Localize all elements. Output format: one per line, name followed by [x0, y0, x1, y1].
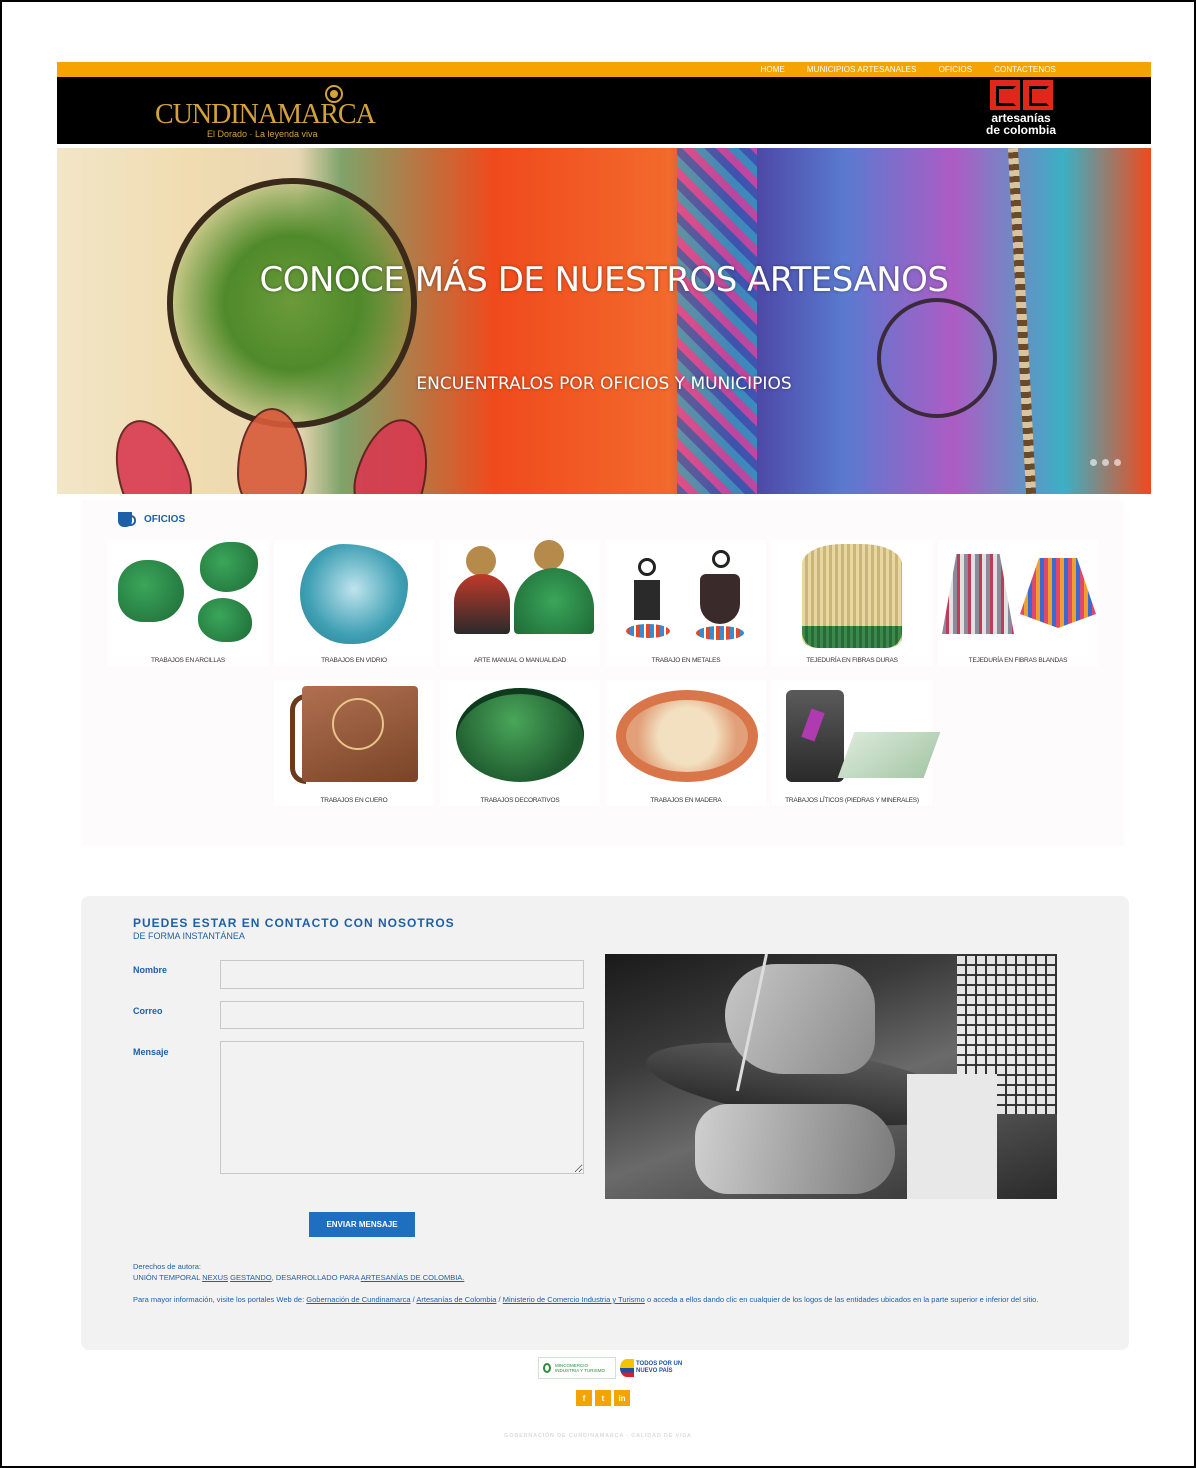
- info-block: Para mayor información, visite los porta…: [133, 1294, 1083, 1306]
- oficio-caption: TRABAJOS EN CUERO: [320, 797, 388, 804]
- hero-banner: CONOCE MÁS DE NUESTROS ARTESANOS ENCUENT…: [57, 148, 1151, 494]
- nav-municipios[interactable]: MUNICIPIOS ARTESANALES: [807, 65, 917, 74]
- oficio-card-fibras-blandas[interactable]: TEJEDURÍA EN FIBRAS BLANDAS: [938, 540, 1098, 666]
- info-sep: /: [498, 1295, 501, 1304]
- madera-image: [610, 680, 762, 790]
- linkedin-icon[interactable]: in: [614, 1390, 630, 1406]
- copyright-block: Derechos de autora: UNIÓN TEMPORAL NEXUS…: [133, 1261, 464, 1283]
- hero-subtitle: ENCUENTRALOS POR OFICIOS Y MUNICIPIOS: [416, 374, 792, 394]
- woven-cord: [1007, 148, 1037, 494]
- facebook-icon[interactable]: f: [576, 1390, 592, 1406]
- email-field[interactable]: [220, 1001, 584, 1029]
- nav-contactenos[interactable]: CONTACTENOS: [994, 65, 1056, 74]
- mug-icon: [118, 510, 136, 528]
- oficio-caption: TRABAJOS EN VIDRIO: [321, 657, 387, 664]
- oficio-caption: TRABAJOS EN MADERA: [650, 797, 722, 804]
- oficio-caption: TEJEDURÍA EN FIBRAS DURAS: [806, 657, 898, 664]
- gestando-link[interactable]: GESTANDO: [230, 1273, 272, 1282]
- contact-section: PUEDES ESTAR EN CONTACTO CON NOSOTROS DE…: [81, 896, 1129, 1350]
- arcilla-image: [112, 540, 264, 650]
- info-sep: /: [412, 1295, 415, 1304]
- feather-art: [100, 409, 204, 494]
- oficio-card-liticos[interactable]: TRABAJOS LÍTICOS (PIEDRAS Y MINERALES): [772, 680, 941, 806]
- name-field[interactable]: [220, 960, 584, 989]
- seal-icon: [543, 1363, 551, 1373]
- oficio-caption: TRABAJOS DECORATIVOS: [480, 797, 560, 804]
- brand-bar: CUNDINAMARCA El Dorado · La leyenda viva…: [57, 77, 1151, 146]
- oficios-title: OFICIOS: [144, 513, 186, 525]
- todos-text: TODOS POR UN NUEVO PAÍS: [636, 1361, 682, 1375]
- artesanias-link[interactable]: ARTESANÍAS DE COLOMBIA.: [361, 1273, 465, 1282]
- fibras-blandas-image: [942, 540, 1096, 650]
- copyright-middle: , DESARROLLADO PARA: [271, 1273, 360, 1282]
- oficio-caption: TRABAJOS EN ARCILLAS: [150, 657, 226, 664]
- copyright-prefix: UNIÓN TEMPORAL: [133, 1273, 201, 1282]
- oficio-caption: TRABAJO EN METALES: [651, 657, 721, 664]
- oficios-heading: OFICIOS: [118, 510, 185, 528]
- oficio-card-metales[interactable]: TRABAJO EN METALES: [606, 540, 766, 666]
- contact-subtitle: DE FORMA INSTANTÁNEA: [133, 931, 245, 941]
- todos-por-un-nuevo-pais-logo[interactable]: TODOS POR UN NUEVO PAÍS: [620, 1359, 682, 1377]
- manualidad-image: [444, 540, 596, 650]
- oficio-caption: TEJEDURÍA EN FIBRAS BLANDAS: [968, 657, 1068, 664]
- mincomercio-text: MINCOMERCIO INDUSTRIA Y TURISMO: [554, 1363, 605, 1373]
- top-nav-bar: HOME MUNICIPIOS ARTESANALES OFICIOS CONT…: [57, 62, 1151, 77]
- artesanias-colombia-link[interactable]: Artesanías de Colombia: [416, 1295, 496, 1304]
- liticos-image: [776, 680, 941, 790]
- vidrio-image: [278, 540, 430, 650]
- oficio-caption: ARTE MANUAL O MANUALIDAD: [473, 657, 567, 664]
- decorativos-image: [444, 680, 596, 790]
- info-suffix: o acceda a ellos dando clic en cualquier…: [646, 1295, 1039, 1304]
- oficio-card-arcillas[interactable]: TRABAJOS EN ARCILLAS: [108, 540, 268, 666]
- nav-home[interactable]: HOME: [761, 65, 785, 74]
- info-prefix: Para mayor información, visite los porta…: [133, 1295, 305, 1304]
- shirt-sleeve: [907, 1074, 997, 1199]
- fibras-duras-image: [776, 540, 928, 650]
- artisan-photo: [605, 954, 1057, 1199]
- slider-dots[interactable]: [1090, 459, 1121, 466]
- oficio-caption: TRABAJOS LÍTICOS (PIEDRAS Y MINERALES): [785, 797, 919, 804]
- twitter-icon[interactable]: t: [595, 1390, 611, 1406]
- cundinamarca-wordmark: CUNDINAMARCA: [155, 99, 376, 130]
- artesanias-line2: de colombia: [986, 123, 1057, 137]
- gobernacion-link[interactable]: Gobernación de Cundinamarca: [306, 1295, 410, 1304]
- artisan-hand: [725, 964, 875, 1074]
- artesanias-mark-icon: [986, 80, 1056, 110]
- mincomercio-logo[interactable]: MINCOMERCIO INDUSTRIA Y TURISMO: [538, 1357, 616, 1379]
- feather-art: [343, 410, 441, 494]
- metales-image: [610, 540, 762, 650]
- spiral-art: [877, 298, 997, 418]
- footer-bottom-text: GOBERNACIÓN DE CUNDINAMARCA - CALIDAD DE…: [504, 1433, 692, 1439]
- name-label: Nombre: [133, 965, 168, 975]
- cundinamarca-tagline: El Dorado · La leyenda viva: [207, 129, 318, 139]
- cundinamarca-logo[interactable]: CUNDINAMARCA El Dorado · La leyenda viva: [155, 85, 376, 139]
- main-nav: HOME MUNICIPIOS ARTESANALES OFICIOS CONT…: [761, 62, 1056, 77]
- partner-logos: MINCOMERCIO INDUSTRIA Y TURISMO TODOS PO…: [538, 1357, 682, 1379]
- hero-title: CONOCE MÁS DE NUESTROS ARTESANOS: [259, 260, 949, 300]
- message-field[interactable]: [220, 1041, 584, 1174]
- copyright-label: Derechos de autora:: [133, 1262, 201, 1271]
- ministerio-link[interactable]: Ministerio de Comercio Industria y Turis…: [503, 1295, 645, 1304]
- send-message-button[interactable]: ENVIAR MENSAJE: [309, 1212, 415, 1237]
- message-label: Mensaje: [133, 1047, 169, 1057]
- copyright-line: UNIÓN TEMPORAL NEXUS GESTANDO, DESARROLL…: [133, 1272, 464, 1283]
- oficio-card-madera[interactable]: TRABAJOS EN MADERA: [606, 680, 766, 806]
- oficio-card-manualidad[interactable]: ARTE MANUAL O MANUALIDAD: [440, 540, 600, 666]
- colombia-flag-icon: [620, 1359, 634, 1377]
- oficio-card-fibras-duras[interactable]: TEJEDURÍA EN FIBRAS DURAS: [772, 540, 932, 666]
- nexus-link[interactable]: NEXUS: [202, 1273, 228, 1282]
- woven-texture: [677, 148, 757, 494]
- cuero-image: [278, 680, 430, 790]
- artisan-hand: [695, 1104, 895, 1194]
- oficio-card-vidrio[interactable]: TRABAJOS EN VIDRIO: [274, 540, 434, 666]
- todos-line2: NUEVO PAÍS: [636, 1368, 673, 1374]
- email-label: Correo: [133, 1006, 163, 1016]
- oficio-card-decorativos[interactable]: TRABAJOS DECORATIVOS: [440, 680, 600, 806]
- oficio-card-cuero[interactable]: TRABAJOS EN CUERO: [274, 680, 434, 806]
- nav-oficios[interactable]: OFICIOS: [939, 65, 973, 74]
- artesanias-logo[interactable]: artesanías de colombia: [986, 80, 1056, 140]
- contact-title: PUEDES ESTAR EN CONTACTO CON NOSOTROS: [133, 916, 455, 930]
- todos-line1: TODOS POR UN: [636, 1361, 683, 1367]
- social-links: f t in: [576, 1390, 630, 1406]
